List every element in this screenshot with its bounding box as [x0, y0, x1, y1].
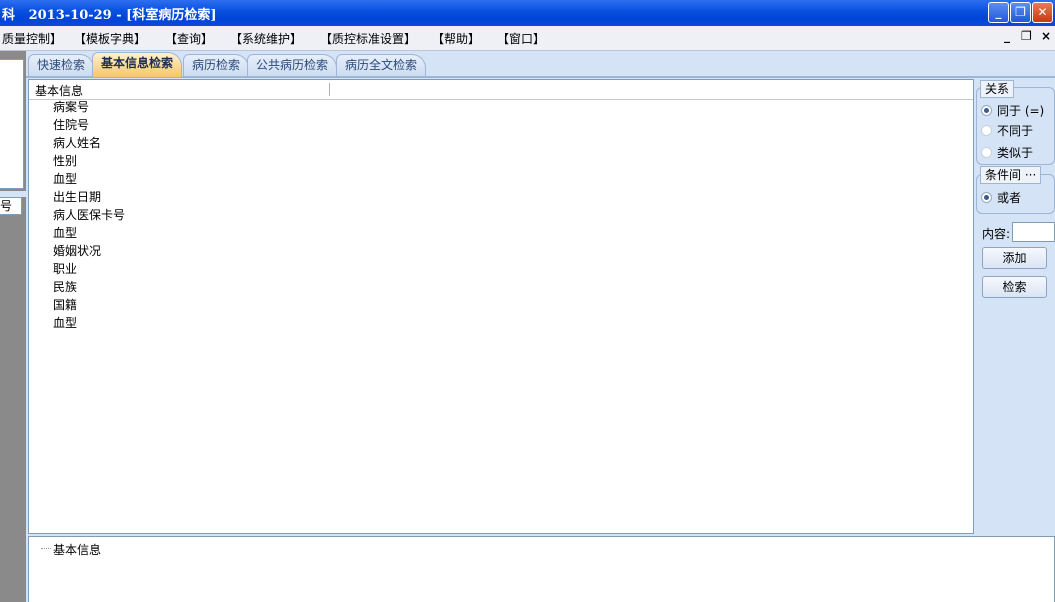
add-button[interactable]: 添加: [982, 247, 1047, 269]
tree-connector: [41, 548, 51, 549]
left-column-header[interactable]: 号: [0, 197, 22, 215]
radio-icon[interactable]: [981, 125, 992, 136]
menu-system-maintenance[interactable]: 【系统维护】: [230, 30, 302, 47]
list-item[interactable]: 民族: [53, 278, 77, 296]
menu-help[interactable]: 【帮助】: [432, 30, 480, 47]
list-item[interactable]: 病人姓名: [53, 134, 101, 152]
list-item[interactable]: 出生日期: [53, 188, 101, 206]
radio-icon[interactable]: [981, 147, 992, 158]
content-input[interactable]: [1012, 222, 1055, 242]
list-header[interactable]: 基本信息: [29, 80, 973, 100]
list-item[interactable]: 性别: [53, 152, 77, 170]
restore-button[interactable]: ❐: [1010, 2, 1031, 23]
condition-group-label: 条件间 ···: [980, 166, 1042, 184]
left-panel: 号: [0, 51, 26, 602]
search-button[interactable]: 检索: [982, 276, 1047, 298]
condition-option-label: 或者: [997, 191, 1022, 205]
list-header-label: 基本信息: [35, 84, 84, 98]
relation-option-label: 不同于: [997, 124, 1034, 138]
list-item[interactable]: 病人医保卡号: [53, 206, 125, 224]
tab-public-record-search[interactable]: 公共病历检索: [247, 54, 338, 76]
relation-option-label: 类似于: [997, 146, 1034, 160]
menu-query[interactable]: 【查询】: [165, 30, 213, 47]
list-item[interactable]: 婚姻状况: [53, 242, 101, 260]
menu-qc-standard-settings[interactable]: 【质控标准设置】: [320, 30, 416, 47]
menu-bar: 质量控制】 【模板字典】 【查询】 【系统维护】 【质控标准设置】 【帮助】 【…: [0, 26, 1055, 51]
tab-record-search[interactable]: 病历检索: [183, 54, 250, 76]
tree-root-node[interactable]: 基本信息: [53, 541, 101, 558]
relation-option-equal[interactable]: 同于 (=): [981, 102, 1045, 119]
radio-icon[interactable]: [981, 105, 992, 116]
relation-group-label: 关系: [980, 80, 1015, 98]
list-item[interactable]: 病案号: [53, 98, 89, 116]
tab-basic-info-search[interactable]: 基本信息检索: [92, 52, 183, 77]
list-item[interactable]: 血型: [53, 224, 77, 242]
relation-option-like[interactable]: 类似于: [981, 144, 1034, 161]
condition-option-or[interactable]: 或者: [981, 189, 1022, 206]
list-item[interactable]: 职业: [53, 260, 77, 278]
window-title: 科 2013-10-29 - [科室病历检索]: [2, 8, 217, 23]
tab-quick-search[interactable]: 快速检索: [28, 54, 95, 76]
list-item[interactable]: 血型: [53, 314, 77, 332]
list-item[interactable]: 国籍: [53, 296, 77, 314]
title-bar: 科 2013-10-29 - [科室病历检索] _ ❐ ✕: [0, 0, 1055, 26]
mdi-minimize-button[interactable]: _: [1004, 29, 1010, 43]
relation-option-not-equal[interactable]: 不同于: [981, 122, 1034, 139]
left-tree-box[interactable]: [0, 59, 24, 189]
close-button[interactable]: ✕: [1032, 2, 1053, 23]
list-item[interactable]: 住院号: [53, 116, 89, 134]
condition-tree-panel: 基本信息: [28, 536, 1055, 602]
tab-fulltext-search[interactable]: 病历全文检索: [336, 54, 427, 76]
column-separator[interactable]: [329, 83, 330, 96]
relation-option-label: 同于 (=): [997, 104, 1045, 118]
menu-template-dictionary[interactable]: 【模板字典】: [74, 30, 146, 47]
radio-icon[interactable]: [981, 192, 992, 203]
minimize-button[interactable]: _: [988, 2, 1009, 23]
menu-quality-control[interactable]: 质量控制】: [2, 30, 62, 47]
content-label: 内容:: [982, 227, 1011, 241]
relation-group: 同于 (=) 不同于 类似于: [976, 87, 1055, 165]
mdi-close-button[interactable]: ×: [1041, 29, 1051, 43]
mdi-restore-button[interactable]: ❐: [1021, 29, 1032, 43]
list-item[interactable]: 血型: [53, 170, 77, 188]
tab-strip: 快速检索 基本信息检索 病历检索 公共病历检索 病历全文检索: [26, 51, 1055, 78]
basic-info-list: 基本信息 病案号 住院号 病人姓名 性别 血型 出生日期 病人医保卡号 血型 婚…: [28, 79, 974, 534]
menu-window[interactable]: 【窗口】: [497, 30, 545, 47]
search-options-panel: 同于 (=) 不同于 类似于 关系 或者 条件间 ··· 内容: 添加 检索: [976, 79, 1055, 534]
